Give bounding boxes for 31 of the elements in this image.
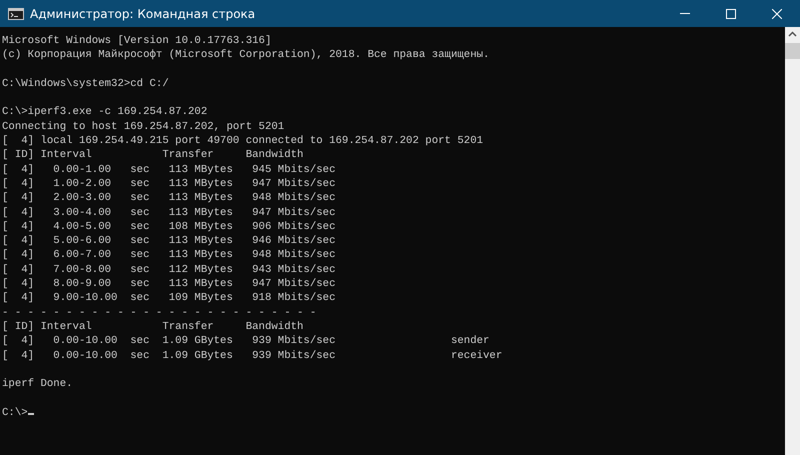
console-line: C:\Windows\system32>cd C:/ (2, 78, 169, 90)
console-line: [ 4] 1.00-2.00 sec 113 MBytes 947 Mbits/sec (2, 178, 336, 190)
minimize-icon (680, 13, 690, 14)
text-cursor (28, 412, 34, 415)
console-line: Connecting to host 169.254.87.202, port 5201 (2, 120, 284, 133)
console-line: iperf Done. (2, 378, 73, 390)
console-line: [ 4] 4.00-5.00 sec 108 MBytes 906 Mbits/sec (2, 220, 336, 233)
console-line: Microsoft Windows [Version 10.0.17763.316] (2, 35, 272, 47)
console-line: - - - - - - - - - - - - - - - - - - - - - - - - - (2, 306, 316, 319)
console-line: C:\> (2, 406, 28, 419)
scrollbar-thumb[interactable] (785, 43, 800, 59)
console-line: [ ID] Interval Transfer Bandwidth (2, 320, 304, 333)
console-line: [ ID] Interval Transfer Bandwidth (2, 149, 304, 162)
window-title: Администратор: Командная строка (30, 6, 256, 20)
scrollbar[interactable] (785, 27, 800, 455)
maximize-icon (726, 8, 736, 18)
console-line: [ 4] 8.00-9.00 sec 113 MBytes 947 Mbits/sec (2, 278, 336, 290)
console-line: [ 4] 0.00-10.00 sec 1.09 GBytes 939 Mbits/sec receiver (2, 350, 502, 362)
console-line: [ 4] 0.00-10.00 sec 1.09 GBytes 939 Mbits/sec sender (2, 335, 490, 348)
console-icon (8, 8, 24, 20)
console-line: [ 4] 2.00-3.00 sec 113 MBytes 948 Mbits/sec (2, 192, 336, 204)
console-line: [ 4] 6.00-7.00 sec 113 MBytes 948 Mbits/sec (2, 249, 336, 262)
console-line: C:\>iperf3.exe -c 169.254.87.202 (2, 106, 208, 118)
console-line: [ 4] 9.00-10.00 sec 109 MBytes 918 Mbits/sec (2, 292, 336, 304)
console-line: [ 4] 3.00-4.00 sec 113 MBytes 947 Mbits/sec (2, 206, 336, 219)
console-line: [ 4] 0.00-1.00 sec 113 MBytes 945 Mbits/sec (2, 164, 336, 176)
console-line: [ 4] local 169.254.49.215 port 49700 connected to 169.254.87.202 port 5201 (2, 135, 484, 148)
close-icon (772, 8, 782, 18)
console-line: (c) Корпорация Майкрософт (Microsoft Corporation), 2018. Все права защищены. (2, 49, 490, 62)
console-line: [ 4] 5.00-6.00 sec 113 MBytes 946 Mbits/sec (2, 235, 336, 248)
console-line: [ 4] 7.00-8.00 sec 112 MBytes 943 Mbits/sec (2, 264, 336, 276)
